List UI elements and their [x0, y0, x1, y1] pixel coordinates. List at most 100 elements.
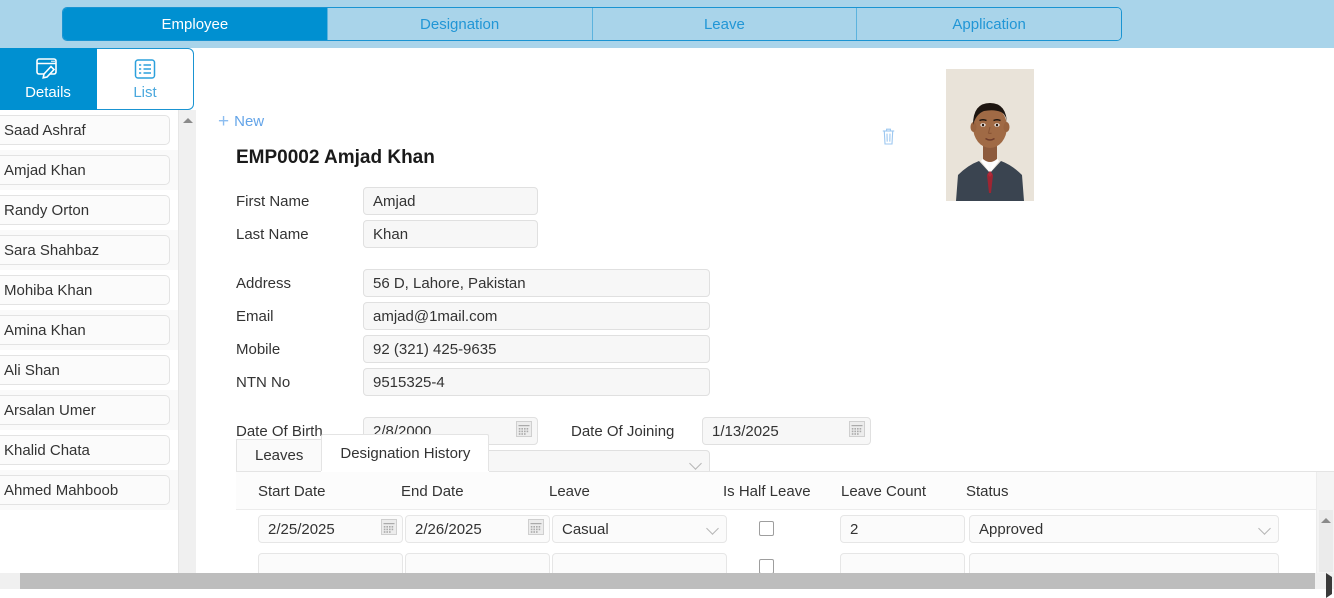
- list-item[interactable]: Ahmed Mahboob: [0, 470, 178, 510]
- list-item-label: Mohiba Khan: [0, 275, 170, 305]
- table-header-row: Start Date End Date Leave Is Half Leave …: [236, 472, 1316, 510]
- column-header-status: Status: [966, 483, 1009, 500]
- date-of-joining-value: 1/13/2025: [712, 423, 779, 440]
- top-tab-bar: Employee Designation Leave Application: [0, 0, 1334, 48]
- last-name-label: Last Name: [236, 226, 309, 243]
- calendar-icon[interactable]: [849, 421, 865, 441]
- tab-employee-label: Employee: [162, 16, 229, 33]
- scroll-up-icon[interactable]: [1317, 512, 1334, 528]
- left-panel-tab-group: Details List: [0, 48, 194, 110]
- horizontal-scrollbar[interactable]: [0, 573, 1334, 589]
- calendar-icon[interactable]: [516, 421, 532, 441]
- list-item-label: Khalid Chata: [0, 435, 170, 465]
- sidebar-tab-details-label: Details: [25, 84, 71, 101]
- list-item[interactable]: Khalid Chata: [0, 430, 178, 470]
- list-item-label: Ali Shan: [0, 355, 170, 385]
- column-header-start-date: Start Date: [258, 483, 326, 500]
- list-item-label: Amina Khan: [0, 315, 170, 345]
- calendar-icon[interactable]: [381, 519, 397, 539]
- left-panel: Details List Saad Ashraf: [0, 48, 196, 589]
- row-status-select[interactable]: Approved: [969, 515, 1279, 543]
- chevron-down-icon: [1258, 522, 1271, 535]
- employee-list-container: Saad Ashraf Amjad Khan Randy Orton Sara …: [0, 110, 196, 589]
- sidebar-tab-list-label: List: [133, 84, 156, 101]
- first-name-label: First Name: [236, 193, 309, 210]
- employee-list: Saad Ashraf Amjad Khan Randy Orton Sara …: [0, 110, 178, 589]
- triangle-up-glyph: [1321, 518, 1331, 523]
- row-status-value: Approved: [979, 521, 1043, 538]
- employee-photo: [946, 69, 1034, 201]
- list-icon: [133, 58, 157, 81]
- scroll-up-icon[interactable]: [179, 112, 197, 128]
- new-button-label: New: [234, 113, 264, 130]
- list-item-label: Randy Orton: [0, 195, 170, 225]
- leaves-table: Start Date End Date Leave Is Half Leave …: [236, 472, 1334, 589]
- tab-designation-history[interactable]: Designation History: [321, 434, 489, 471]
- list-item-label: Arsalan Umer: [0, 395, 170, 425]
- list-item[interactable]: Amina Khan: [0, 310, 178, 350]
- scroll-right-icon[interactable]: [1326, 577, 1332, 594]
- trash-icon[interactable]: [882, 128, 895, 149]
- address-field[interactable]: 56 D, Lahore, Pakistan: [363, 269, 710, 297]
- row-start-date-field[interactable]: 2/25/2025: [258, 515, 403, 543]
- row-is-half-leave-checkbox[interactable]: [759, 521, 774, 536]
- list-item[interactable]: Mohiba Khan: [0, 270, 178, 310]
- plus-icon: +: [218, 112, 229, 131]
- tab-leaves-label: Leaves: [255, 447, 303, 464]
- row-end-date-field[interactable]: 2/26/2025: [405, 515, 550, 543]
- triangle-right-glyph: [1326, 573, 1332, 598]
- tab-designation-history-label: Designation History: [340, 445, 470, 462]
- page-title: EMP0002 Amjad Khan: [236, 147, 435, 169]
- email-label: Email: [236, 308, 274, 325]
- tab-designation-label: Designation: [420, 16, 499, 33]
- main-content: + New EMP0002 Amjad Khan: [196, 48, 1334, 589]
- ntn-no-label: NTN No: [236, 374, 290, 391]
- tab-application-label: Application: [952, 16, 1025, 33]
- ntn-no-field[interactable]: 9515325-4: [363, 368, 710, 396]
- row-is-half-leave-checkbox[interactable]: [759, 559, 774, 574]
- list-item-label: Sara Shahbaz: [0, 235, 170, 265]
- row-leave-count-field[interactable]: 2: [840, 515, 965, 543]
- email-field[interactable]: amjad@1mail.com: [363, 302, 710, 330]
- sidebar-tab-details[interactable]: Details: [0, 48, 97, 110]
- table-row: 2/25/2025: [236, 510, 1316, 548]
- sidebar-tab-list[interactable]: List: [97, 48, 194, 110]
- new-button[interactable]: + New: [218, 112, 264, 131]
- row-start-date-value: 2/25/2025: [268, 521, 335, 538]
- table-scrollbar[interactable]: [1316, 472, 1334, 589]
- row-leave-select[interactable]: Casual: [552, 515, 727, 543]
- list-item[interactable]: Arsalan Umer: [0, 390, 178, 430]
- list-item-label: Saad Ashraf: [0, 115, 170, 145]
- tab-designation[interactable]: Designation: [328, 8, 593, 40]
- last-name-field[interactable]: Khan: [363, 220, 538, 248]
- address-label: Address: [236, 275, 291, 292]
- list-item[interactable]: Sara Shahbaz: [0, 230, 178, 270]
- list-item[interactable]: Saad Ashraf: [0, 110, 178, 150]
- tab-application[interactable]: Application: [857, 8, 1121, 40]
- first-name-field[interactable]: Amjad: [363, 187, 538, 215]
- list-item[interactable]: Amjad Khan: [0, 150, 178, 190]
- triangle-up-glyph: [183, 118, 193, 123]
- tab-leave[interactable]: Leave: [593, 8, 858, 40]
- column-header-leave: Leave: [549, 483, 590, 500]
- mobile-field[interactable]: 92 (321) 425-9635: [363, 335, 710, 363]
- top-tab-group: Employee Designation Leave Application: [62, 7, 1122, 41]
- chevron-down-icon: [706, 522, 719, 535]
- panel-tab-group: Leaves Designation History: [236, 440, 1334, 472]
- row-end-date-value: 2/26/2025: [415, 521, 482, 538]
- list-item-label: Ahmed Mahboob: [0, 475, 170, 505]
- list-item[interactable]: Ali Shan: [0, 350, 178, 390]
- sidebar-scrollbar[interactable]: [178, 110, 196, 589]
- column-header-is-half-leave: Is Half Leave: [723, 483, 811, 500]
- tab-employee[interactable]: Employee: [63, 8, 328, 40]
- list-item[interactable]: Randy Orton: [0, 190, 178, 230]
- mobile-label: Mobile: [236, 341, 280, 358]
- tab-leave-label: Leave: [704, 16, 745, 33]
- horizontal-scrollbar-thumb[interactable]: [20, 573, 1315, 589]
- calendar-icon[interactable]: [528, 519, 544, 539]
- date-of-birth-label: Date Of Birth: [236, 423, 323, 440]
- date-of-joining-label: Date Of Joining: [571, 423, 674, 440]
- column-header-end-date: End Date: [401, 483, 464, 500]
- scroll-left-button[interactable]: [0, 573, 8, 589]
- tab-leaves[interactable]: Leaves: [236, 439, 322, 471]
